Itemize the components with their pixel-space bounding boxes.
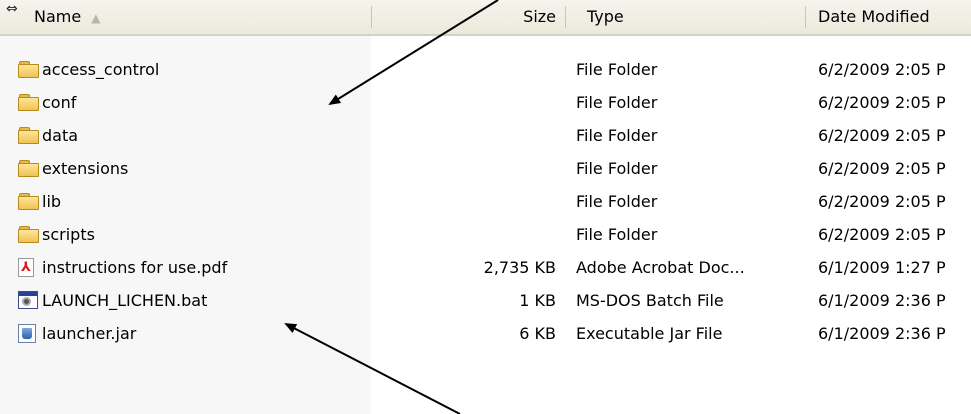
file-date-modified: 6/1/2009 2:36 P [818, 324, 946, 343]
column-header-name-label: Name [34, 7, 82, 26]
file-type: File Folder [576, 159, 658, 178]
file-row-data[interactable]: data File Folder 6/2/2009 2:05 P [0, 121, 971, 150]
file-type: File Folder [576, 60, 658, 79]
file-size: 1 KB [519, 291, 556, 310]
file-name: extensions [42, 159, 129, 178]
column-header-size[interactable]: Size [380, 0, 556, 34]
folder-icon [18, 159, 40, 178]
column-header-size-label: Size [523, 7, 556, 26]
file-date-modified: 6/2/2009 2:05 P [818, 60, 946, 79]
file-name: LAUNCH_LICHEN.bat [42, 291, 208, 310]
file-type: MS-DOS Batch File [576, 291, 724, 310]
file-name: access_control [42, 60, 160, 79]
file-type: File Folder [576, 225, 658, 244]
file-type: File Folder [576, 93, 658, 112]
file-date-modified: 6/2/2009 2:05 P [818, 192, 946, 211]
file-type: File Folder [576, 126, 658, 145]
folder-icon [18, 60, 40, 79]
file-type: Executable Jar File [576, 324, 723, 343]
file-row-extensions[interactable]: extensions File Folder 6/2/2009 2:05 P [0, 154, 971, 183]
file-name: launcher.jar [42, 324, 137, 343]
file-row-lib[interactable]: lib File Folder 6/2/2009 2:05 P [0, 187, 971, 216]
file-name: lib [42, 192, 62, 211]
file-size: 2,735 KB [483, 258, 556, 277]
folder-icon [18, 93, 40, 112]
column-separator[interactable] [805, 6, 806, 28]
file-row-launch-lichen-bat[interactable]: LAUNCH_LICHEN.bat 1 KB MS-DOS Batch File… [0, 286, 971, 315]
file-date-modified: 6/2/2009 2:05 P [818, 93, 946, 112]
folder-icon [18, 192, 40, 211]
column-header-bar: ⇔ Name ▲ Size Type Date Modified [0, 0, 971, 36]
folder-icon [18, 126, 40, 145]
column-separator[interactable] [565, 6, 566, 28]
file-date-modified: 6/1/2009 1:27 P [818, 258, 946, 277]
file-date-modified: 6/2/2009 2:05 P [818, 225, 946, 244]
file-type: Adobe Acrobat Doc... [576, 258, 745, 277]
batch-file-icon [18, 291, 40, 310]
file-row-instructions-pdf[interactable]: ⅄ instructions for use.pdf 2,735 KB Adob… [0, 253, 971, 282]
pdf-icon: ⅄ [18, 258, 40, 277]
file-date-modified: 6/2/2009 2:05 P [818, 159, 946, 178]
file-name: data [42, 126, 79, 145]
file-date-modified: 6/1/2009 2:36 P [818, 291, 946, 310]
column-separator[interactable] [371, 6, 372, 28]
file-size [380, 220, 556, 249]
resize-cursor-icon: ⇔ [6, 1, 18, 17]
sort-ascending-icon: ▲ [91, 11, 101, 25]
column-header-type[interactable]: Type [587, 0, 787, 34]
folder-icon [18, 225, 40, 244]
file-row-conf[interactable]: conf File Folder 6/2/2009 2:05 P [0, 88, 971, 117]
file-row-scripts[interactable]: scripts File Folder 6/2/2009 2:05 P [0, 220, 971, 249]
file-name: instructions for use.pdf [42, 258, 228, 277]
file-row-launcher-jar[interactable]: launcher.jar 6 KB Executable Jar File 6/… [0, 319, 971, 348]
column-header-name[interactable]: Name ▲ [34, 0, 364, 34]
file-size [380, 121, 556, 150]
file-size [380, 88, 556, 117]
column-header-date-label: Date Modified [818, 7, 930, 26]
file-size [380, 55, 556, 84]
column-header-type-label: Type [587, 7, 624, 26]
file-name: scripts [42, 225, 95, 244]
file-name: conf [42, 93, 77, 112]
file-type: File Folder [576, 192, 658, 211]
file-size [380, 154, 556, 183]
file-row-access-control[interactable]: access_control File Folder 6/2/2009 2:05… [0, 55, 971, 84]
column-header-date-modified[interactable]: Date Modified [818, 0, 971, 34]
jar-file-icon [18, 324, 40, 343]
file-date-modified: 6/2/2009 2:05 P [818, 126, 946, 145]
file-size: 6 KB [519, 324, 556, 343]
file-size [380, 187, 556, 216]
